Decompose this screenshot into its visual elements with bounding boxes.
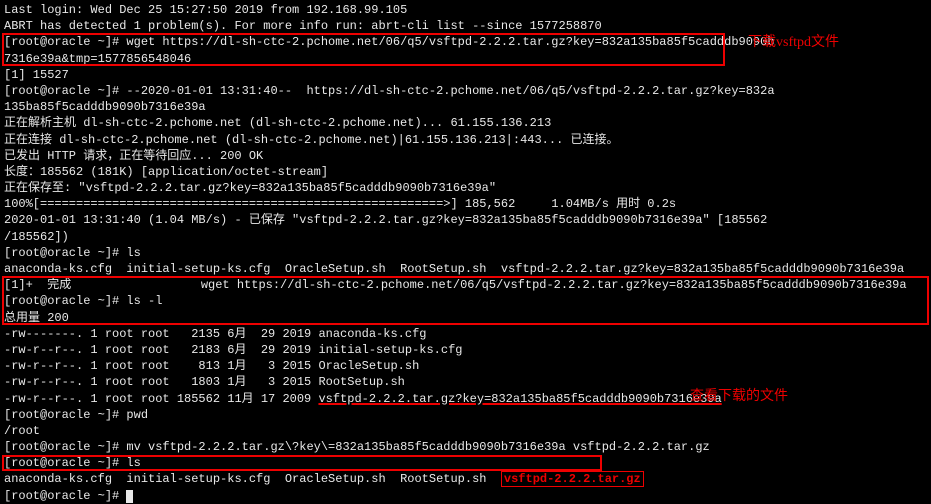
wget-cmd-1: [root@oracle ~]# wget https://dl-sh-ctc-… [4,34,927,50]
prompt-line[interactable]: [root@oracle ~]# [4,488,927,504]
cursor-icon [126,490,133,503]
total-line: 总用量 200 [4,310,927,326]
mv-cmd: [root@oracle ~]# mv vsftpd-2.2.2.tar.gz\… [4,439,927,455]
wget-start-2: 135ba85f5cadddb9090b7316e39a [4,99,927,115]
done-line: [1]+ 完成 wget https://dl-sh-ctc-2.pchome.… [4,277,927,293]
ls-cmd: [root@oracle ~]# ls [4,245,927,261]
login-line: Last login: Wed Dec 25 15:27:50 2019 fro… [4,2,927,18]
saved-line: 2020-01-01 13:31:40 (1.04 MB/s) - 已保存 "v… [4,212,927,228]
connect-line: 正在连接 dl-sh-ctc-2.pchome.net (dl-sh-ctc-2… [4,132,927,148]
renamed-file: vsftpd-2.2.2.tar.gz [501,471,644,487]
ls-out-2: anaconda-ks.cfg initial-setup-ks.cfg Ora… [4,471,927,487]
highlighted-filename: vsftpd-2.2.2.tar.gz?key=832a135ba85f5cad… [318,392,721,406]
ls-out: anaconda-ks.cfg initial-setup-ks.cfg Ora… [4,261,927,277]
file-1: -rw-------. 1 root root 2135 6月 29 2019 … [4,326,927,342]
http-line: 已发出 HTTP 请求，正在等待回应... 200 OK [4,148,927,164]
saving-line: 正在保存至: "vsftpd-2.2.2.tar.gz?key=832a135b… [4,180,927,196]
ls-cmd-2: [root@oracle ~]# ls [4,455,927,471]
file-5: -rw-r--r--. 1 root root 185562 11月 17 20… [4,391,927,407]
resolve-line: 正在解析主机 dl-sh-ctc-2.pchome.net (dl-sh-ctc… [4,115,927,131]
wget-start: [root@oracle ~]# --2020-01-01 13:31:40--… [4,83,927,99]
lsl-cmd: [root@oracle ~]# ls -l [4,293,927,309]
pwd-cmd: [root@oracle ~]# pwd [4,407,927,423]
pid-line: [1] 15527 [4,67,927,83]
file-3: -rw-r--r--. 1 root root 813 1月 3 2015 Or… [4,358,927,374]
length-line: 长度：185562 (181K) [application/octet-stre… [4,164,927,180]
saved-line-2: /185562]) [4,229,927,245]
file-4: -rw-r--r--. 1 root root 1803 1月 3 2015 R… [4,374,927,390]
progress-line: 100%[===================================… [4,196,927,212]
file-2: -rw-r--r--. 1 root root 2183 6月 29 2019 … [4,342,927,358]
pwd-out: /root [4,423,927,439]
wget-cmd-2: 7316e39a&tmp=1577856548046 [4,51,927,67]
abrt-line: ABRT has detected 1 problem(s). For more… [4,18,927,34]
terminal-output[interactable]: Last login: Wed Dec 25 15:27:50 2019 fro… [4,2,927,504]
